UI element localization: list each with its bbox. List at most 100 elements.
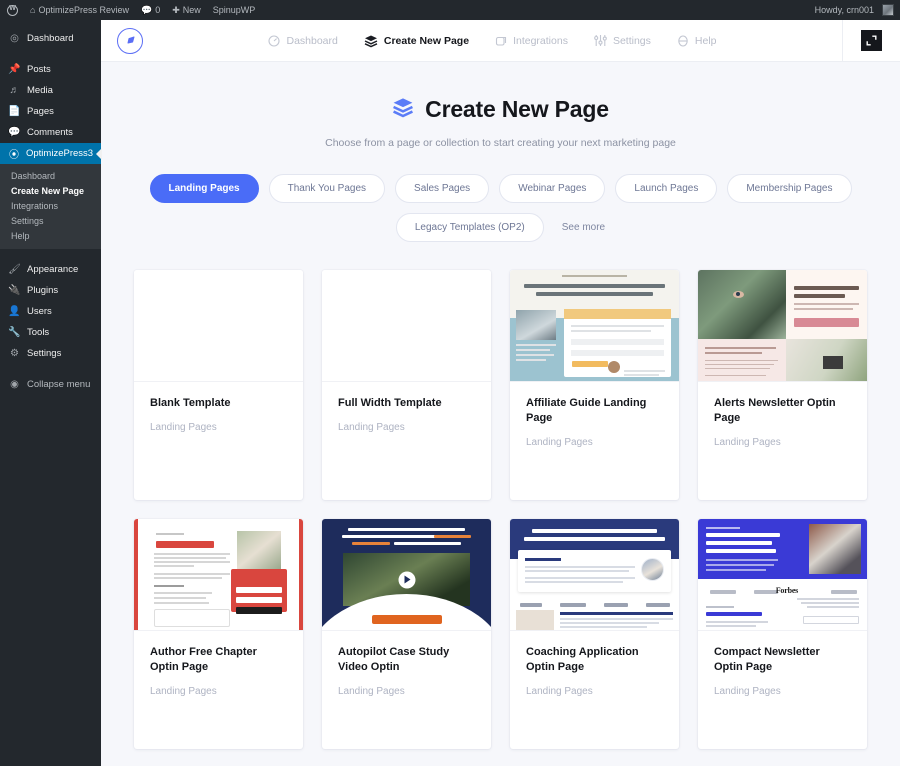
new-content-menu[interactable]: ✚ New: [166, 0, 207, 20]
tab-create-new-page[interactable]: Create New Page: [364, 34, 469, 48]
submenu-item-help[interactable]: Help: [0, 228, 101, 243]
template-category: Landing Pages: [714, 686, 851, 697]
sidebar-item-label: Settings: [27, 348, 61, 359]
sidebar-item-plugins[interactable]: 🔌 Plugins: [0, 280, 101, 301]
sidebar-collapse-menu[interactable]: ◉ Collapse menu: [0, 374, 101, 395]
sidebar-item-pages[interactable]: 📄 Pages: [0, 101, 101, 122]
spinupwp-menu[interactable]: SpinupWP: [207, 0, 262, 20]
filter-pill-launch-pages[interactable]: Launch Pages: [615, 174, 717, 203]
template-category: Landing Pages: [714, 437, 851, 448]
filter-pills-row-1: Landing Pages Thank You Pages Sales Page…: [101, 174, 900, 203]
template-card-body: Alerts Newsletter Optin Page Landing Pag…: [698, 382, 867, 448]
sidebar-item-tools[interactable]: 🔧 Tools: [0, 322, 101, 343]
tab-label: Dashboard: [286, 35, 337, 47]
dashboard-icon: ◎: [9, 33, 20, 44]
page-subtitle: Choose from a page or collection to star…: [101, 137, 900, 149]
template-thumbnail-alerts-newsletter: [698, 270, 867, 382]
site-name-menu[interactable]: ⌂ OptimizePress Review: [24, 0, 135, 20]
tab-integrations[interactable]: Integrations: [495, 35, 568, 47]
see-more-link[interactable]: See more: [562, 222, 605, 233]
template-thumbnail-coaching-application: [510, 519, 679, 631]
plug-icon: 🔌: [9, 285, 20, 296]
sidebar-item-label: Users: [27, 306, 52, 317]
sidebar-item-users[interactable]: 👤 Users: [0, 301, 101, 322]
template-title: Compact Newsletter Optin Page: [714, 645, 851, 675]
template-card[interactable]: Author Free Chapter Optin Page Landing P…: [134, 519, 303, 749]
filter-pill-webinar-pages[interactable]: Webinar Pages: [499, 174, 605, 203]
filter-pill-legacy-templates[interactable]: Legacy Templates (OP2): [396, 213, 544, 242]
tab-settings[interactable]: Settings: [594, 34, 651, 47]
sidebar-item-appearance[interactable]: 🖌 Appearance: [0, 259, 101, 280]
template-card[interactable]: Blank Template Landing Pages: [134, 270, 303, 500]
media-icon: ♬: [9, 85, 20, 96]
sidebar-item-settings[interactable]: ⚙ Settings: [0, 343, 101, 364]
template-thumbnail-affiliate-guide: [510, 270, 679, 382]
tab-label: Help: [695, 35, 717, 47]
template-card[interactable]: Alerts Newsletter Optin Page Landing Pag…: [698, 270, 867, 500]
filter-pill-sales-pages[interactable]: Sales Pages: [395, 174, 489, 203]
expand-view-button[interactable]: [861, 30, 882, 51]
submenu-item-settings[interactable]: Settings: [0, 213, 101, 228]
template-card[interactable]: Coaching Application Optin Page Landing …: [510, 519, 679, 749]
sidebar-item-dashboard[interactable]: ◎ Dashboard: [0, 28, 101, 49]
template-card[interactable]: Full Width Template Landing Pages: [322, 270, 491, 500]
sidebar-divider-3: [0, 364, 101, 374]
template-category: Landing Pages: [338, 686, 475, 697]
comments-menu[interactable]: 💬 0: [135, 0, 166, 20]
main-content: Dashboard Create New Page Integrations: [101, 20, 900, 766]
sidebar-item-comments[interactable]: 💬 Comments: [0, 122, 101, 143]
wp-logo-menu[interactable]: [0, 0, 24, 20]
template-card[interactable]: Forbes Compact Newsletter Optin Page Lan…: [698, 519, 867, 749]
template-title: Blank Template: [150, 396, 287, 411]
rocket-icon: [123, 34, 137, 48]
forbes-logo: Forbes: [776, 586, 798, 595]
comment-icon: 💬: [9, 127, 20, 138]
filter-pill-membership-pages[interactable]: Membership Pages: [727, 174, 851, 203]
submenu-item-integrations[interactable]: Integrations: [0, 198, 101, 213]
tab-dashboard[interactable]: Dashboard: [268, 35, 337, 47]
template-card-body: Blank Template Landing Pages: [134, 382, 303, 433]
layers-icon: [364, 34, 378, 48]
settings-icon: ⚙: [9, 348, 20, 359]
template-category: Landing Pages: [526, 437, 663, 448]
site-name-label: OptimizePress Review: [38, 5, 129, 15]
sidebar-item-media[interactable]: ♬ Media: [0, 80, 101, 101]
filter-pill-thank-you-pages[interactable]: Thank You Pages: [269, 174, 385, 203]
sidebar-item-label: Comments: [27, 127, 73, 138]
howdy-label: Howdy, crn001: [815, 5, 874, 15]
optimizepress-rocket-logo[interactable]: [117, 28, 143, 54]
submenu-item-dashboard[interactable]: Dashboard: [0, 168, 101, 183]
template-card-body: Autopilot Case Study Video Optin Landing…: [322, 631, 491, 697]
comment-count: 0: [155, 5, 160, 15]
template-thumbnail-author-free-chapter: [134, 519, 303, 631]
account-menu[interactable]: Howdy, crn001: [809, 0, 900, 20]
pin-icon: 📌: [9, 64, 20, 75]
optimizepress-submenu: Dashboard Create New Page Integrations S…: [0, 164, 101, 249]
template-title: Autopilot Case Study Video Optin: [338, 645, 475, 675]
help-icon: [677, 35, 689, 47]
plus-icon: ✚: [172, 6, 180, 15]
filter-pill-landing-pages[interactable]: Landing Pages: [150, 174, 259, 203]
tab-label: Settings: [613, 35, 651, 47]
sliders-icon: [594, 34, 607, 47]
sidebar-item-label: Dashboard: [27, 33, 73, 44]
template-category: Landing Pages: [526, 686, 663, 697]
sidebar-item-posts[interactable]: 📌 Posts: [0, 59, 101, 80]
spinupwp-label: SpinupWP: [213, 5, 256, 15]
template-title: Coaching Application Optin Page: [526, 645, 663, 675]
page-title: Create New Page: [425, 96, 609, 123]
sidebar-item-optimizepress3[interactable]: ⦿ OptimizePress3: [0, 143, 101, 164]
submenu-item-create-new-page[interactable]: Create New Page: [0, 183, 101, 198]
template-card[interactable]: Affiliate Guide Landing Page Landing Pag…: [510, 270, 679, 500]
tab-help[interactable]: Help: [677, 35, 717, 47]
template-category: Landing Pages: [150, 686, 287, 697]
template-card-body: Affiliate Guide Landing Page Landing Pag…: [510, 382, 679, 448]
template-card[interactable]: Autopilot Case Study Video Optin Landing…: [322, 519, 491, 749]
comment-bubble-icon: 💬: [141, 6, 152, 15]
optimizepress-icon: ⦿: [9, 146, 19, 161]
page-title-row: Create New Page: [101, 96, 900, 123]
new-label: New: [183, 5, 201, 15]
sidebar-item-label: Appearance: [27, 264, 78, 275]
sidebar-item-label: Tools: [27, 327, 49, 338]
sidebar-divider: [0, 49, 101, 59]
